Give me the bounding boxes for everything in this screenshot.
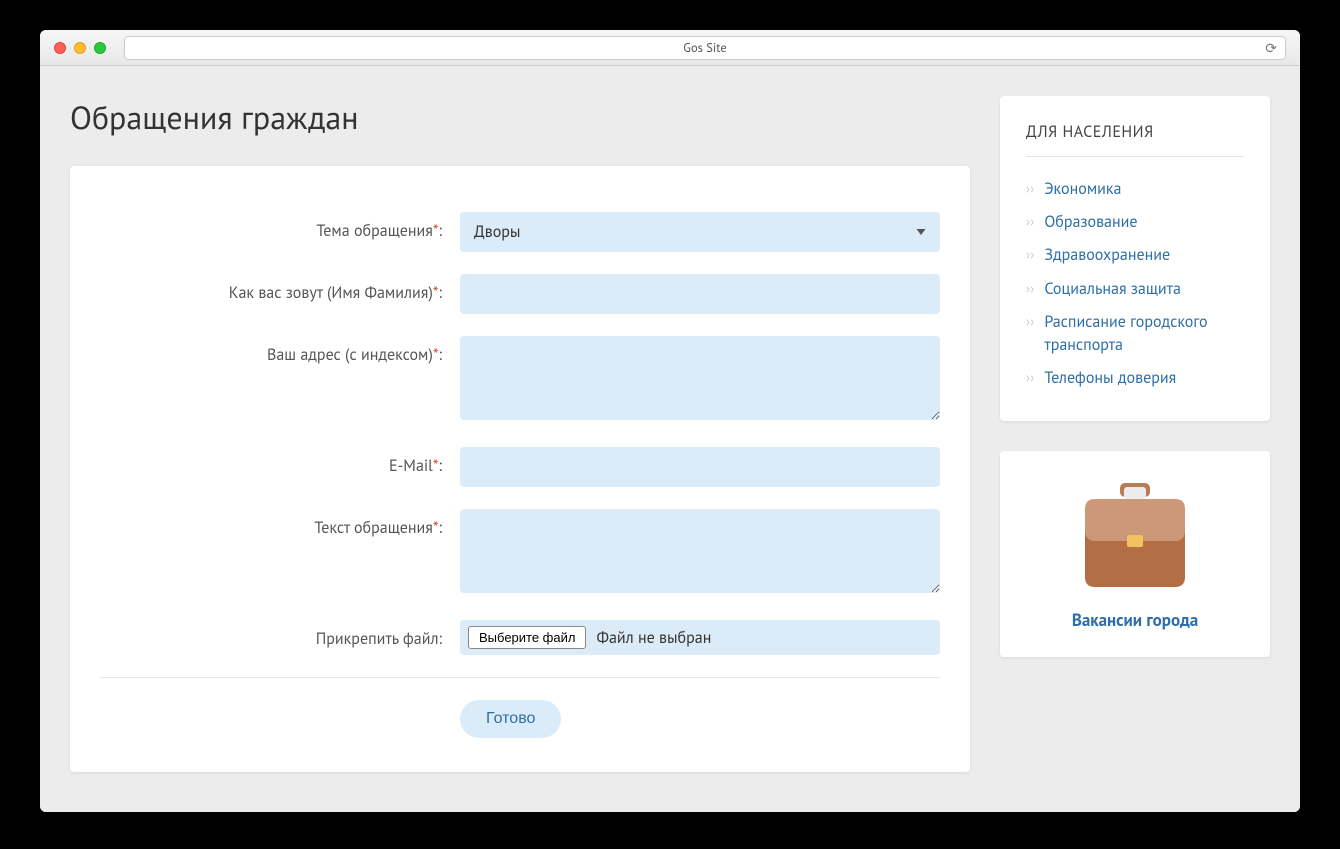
sidebar-link-education[interactable]: Образование xyxy=(1044,211,1137,234)
minimize-window-icon[interactable] xyxy=(74,42,86,54)
textarea-address[interactable] xyxy=(460,336,940,420)
maximize-window-icon[interactable] xyxy=(94,42,106,54)
label-address: Ваш адрес (с индексом)*: xyxy=(100,336,460,365)
form-row-address: Ваш адрес (с индексом)*: xyxy=(100,336,940,425)
sidebar-item: ›› Здравоохранение xyxy=(1026,239,1244,272)
label-message: Текст обращения*: xyxy=(100,509,460,538)
form-row-name: Как вас зовут (Имя Фамилия)*: xyxy=(100,274,940,314)
sidebar-link-social[interactable]: Социальная защита xyxy=(1044,278,1181,301)
select-topic[interactable]: Дворы xyxy=(460,212,940,252)
form-row-file: Прикрепить файл: Выберите файл Файл не в… xyxy=(100,620,940,655)
main-column: Обращения граждан Тема обращения*: Дворы… xyxy=(70,96,970,772)
browser-window: Gos Site ⟳ Обращения граждан Тема обраще… xyxy=(40,30,1300,812)
address-bar-title: Gos Site xyxy=(683,40,726,56)
sidebar-item: ›› Образование xyxy=(1026,206,1244,239)
sidebar-item: ›› Экономика xyxy=(1026,173,1244,206)
sidebar-link-transport[interactable]: Расписание городского транспорта xyxy=(1044,311,1244,357)
refresh-icon[interactable]: ⟳ xyxy=(1265,39,1277,57)
sidebar-link-hotlines[interactable]: Телефоны доверия xyxy=(1044,367,1176,390)
label-file: Прикрепить файл: xyxy=(100,620,460,649)
briefcase-icon xyxy=(1075,481,1195,591)
submit-button[interactable]: Готово xyxy=(460,700,561,738)
page-content: Обращения граждан Тема обращения*: Дворы… xyxy=(40,66,1300,812)
address-bar[interactable]: Gos Site ⟳ xyxy=(124,36,1286,60)
chevron-right-icon: ›› xyxy=(1026,211,1034,232)
chevron-right-icon: ›› xyxy=(1026,367,1034,388)
submit-row: Готово xyxy=(100,700,940,738)
file-status: Файл не выбран xyxy=(596,628,711,648)
sidebar-population-list: ›› Экономика ›› Образование ›› Здравоохр… xyxy=(1026,173,1244,395)
form-divider xyxy=(100,677,940,678)
sidebar-item: ›› Расписание городского транспорта xyxy=(1026,306,1244,362)
form-row-email: E-Mail*: xyxy=(100,447,940,487)
file-choose-button[interactable]: Выберите файл xyxy=(468,626,586,649)
label-email: E-Mail*: xyxy=(100,447,460,476)
sidebar-item: ›› Социальная защита xyxy=(1026,273,1244,306)
sidebar-item: ›› Телефоны доверия xyxy=(1026,362,1244,395)
page-title: Обращения граждан xyxy=(70,96,970,138)
form-row-topic: Тема обращения*: Дворы xyxy=(100,212,940,252)
file-control: Выберите файл Файл не выбран xyxy=(460,620,940,655)
traffic-lights xyxy=(54,42,106,54)
sidebar-population-card: ДЛЯ НАСЕЛЕНИЯ ›› Экономика ›› Образовани… xyxy=(1000,96,1270,421)
chevron-right-icon: ›› xyxy=(1026,311,1034,332)
label-topic: Тема обращения*: xyxy=(100,212,460,241)
input-name[interactable] xyxy=(460,274,940,314)
sidebar-population-title: ДЛЯ НАСЕЛЕНИЯ xyxy=(1026,122,1244,157)
chevron-right-icon: ›› xyxy=(1026,278,1034,299)
browser-chrome: Gos Site ⟳ xyxy=(40,30,1300,66)
input-email[interactable] xyxy=(460,447,940,487)
sidebar-link-healthcare[interactable]: Здравоохранение xyxy=(1044,244,1170,267)
form-row-message: Текст обращения*: xyxy=(100,509,940,598)
appeal-form-card: Тема обращения*: Дворы Как вас зовут (Им… xyxy=(70,166,970,772)
chevron-right-icon: ›› xyxy=(1026,178,1034,199)
chevron-right-icon: ›› xyxy=(1026,244,1034,265)
close-window-icon[interactable] xyxy=(54,42,66,54)
sidebar-vacancies-card[interactable]: Вакансии города xyxy=(1000,451,1270,657)
label-name: Как вас зовут (Имя Фамилия)*: xyxy=(100,274,460,303)
textarea-message[interactable] xyxy=(460,509,940,593)
sidebar-link-economy[interactable]: Экономика xyxy=(1044,178,1121,201)
sidebar-vacancies-link[interactable]: Вакансии города xyxy=(1072,609,1198,631)
sidebar: ДЛЯ НАСЕЛЕНИЯ ›› Экономика ›› Образовани… xyxy=(1000,96,1270,657)
